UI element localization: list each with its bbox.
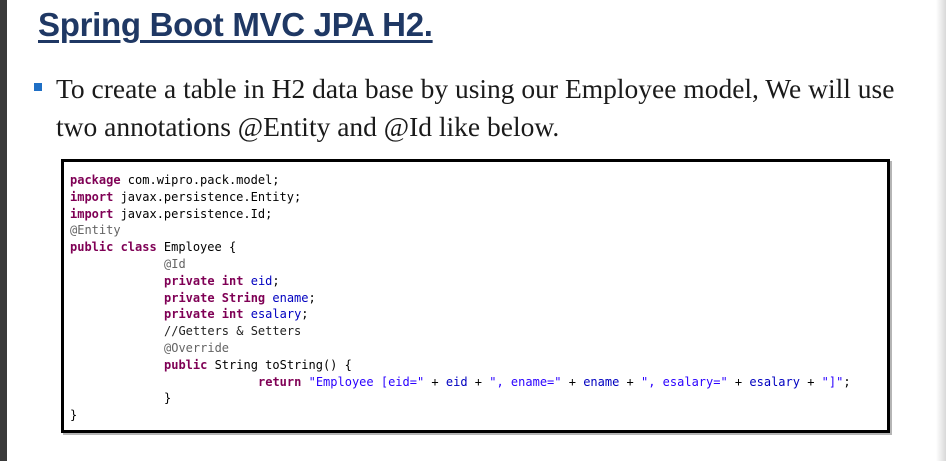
- code-listing: package com.wipro.pack.model; import jav…: [70, 172, 851, 424]
- code-line-id-annotation: @Id: [164, 256, 186, 271]
- code-line-import-entity: import javax.persistence.Entity;: [70, 189, 302, 204]
- bullet-point: To create a table in H2 data base by usi…: [34, 70, 914, 146]
- code-line-entity-annotation: @Entity: [70, 223, 121, 238]
- code-line-tostring-declaration: public String toString() {: [164, 357, 352, 372]
- slide-title: Spring Boot MVC JPA H2.: [38, 6, 433, 43]
- code-block: package com.wipro.pack.model; import jav…: [61, 159, 890, 433]
- code-line-class-close: }: [70, 408, 78, 423]
- code-line-import-id: import javax.persistence.Id;: [70, 206, 273, 221]
- slide-right-shadow: [936, 0, 946, 461]
- code-line-class-declaration: public class Employee {: [70, 240, 237, 255]
- code-line-return: return "Employee [eid=" + eid + ", ename…: [258, 374, 851, 389]
- code-line-field-esalary: private int esalary;: [164, 307, 309, 322]
- code-line-override-annotation: @Override: [164, 340, 230, 355]
- bullet-text: To create a table in H2 data base by usi…: [56, 73, 895, 142]
- code-line-field-ename: private String ename;: [164, 290, 316, 305]
- square-bullet-icon: [34, 83, 42, 91]
- code-line-comment: //Getters & Setters: [164, 324, 302, 339]
- code-line-package: package com.wipro.pack.model;: [70, 173, 280, 187]
- code-line-field-eid: private int eid;: [164, 273, 280, 288]
- slide-left-edge: [0, 0, 7, 461]
- code-line-method-close: }: [164, 391, 172, 406]
